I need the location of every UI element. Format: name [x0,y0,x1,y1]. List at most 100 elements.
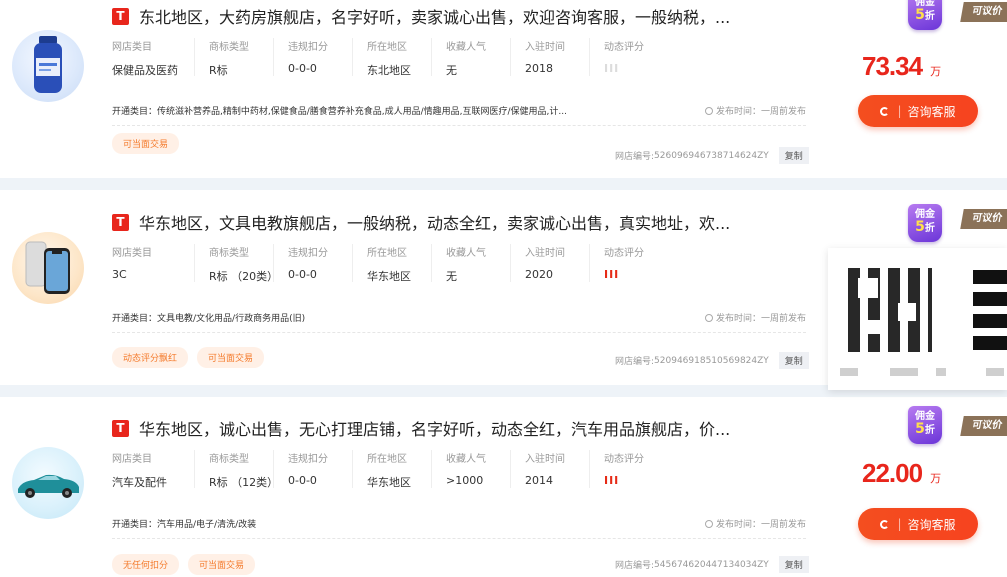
attr-value-category: 汽车及配件 [112,476,167,489]
cats-prefix: 开通类目： [112,520,158,530]
attr-value-favorites: 无 [446,270,457,283]
listing-title[interactable]: T 东北地区，大药房旗舰店，名字好听，卖家诚心出售，欢迎咨询客服，一般纳税，..… [112,4,730,28]
attr-label: 收藏人气 [446,248,486,259]
attr-label: 入驻时间 [525,454,565,465]
attr-value-favorites: >1000 [446,474,484,487]
shop-id: 网店编号: 520946918510569824ZY 复制 [615,352,809,369]
price: 22.00 万 [862,458,941,489]
listing-tags: 无任何扣分 可当面交易 [112,554,256,575]
shop-id-value: 526096946738714624ZY [654,150,769,161]
shop-id-value: 520946918510569824ZY [654,355,769,366]
listing-title[interactable]: T 华东地区，诚心出售，无心打理店铺，名字好听，动态全红，汽车用品旗舰店，价..… [112,416,730,440]
listing-attributes: 网店类目 3C 商标类型 R标 （20类） 违规扣分 0-0-0 所在地区 华东地区 收… [112,244,659,283]
phone-product-icon[interactable] [12,232,84,304]
shop-listing-list: T 东北地区，大药房旗舰店，名字好听，卖家诚心出售，欢迎咨询客服，一般纳税，..… [0,0,1007,577]
attr-label: 动态评分 [604,454,644,465]
attr-label: 商标类型 [209,248,249,259]
headset-icon [880,106,890,116]
consult-button[interactable]: | 咨询客服 [858,95,978,127]
copy-button[interactable]: 复制 [778,556,809,573]
clock-icon [704,314,713,322]
attr-label: 网店类目 [112,454,152,465]
clock-icon [704,107,713,115]
opened-categories: 开通类目：汽车用品/电子/清洗/改装 发布时间：一周前发布 [112,517,806,539]
price: 73.34 万 [862,51,941,82]
attr-label: 违规扣分 [288,454,328,465]
attr-label: 收藏人气 [446,454,486,465]
publish-time: 发布时间：一周前发布 [715,520,806,530]
cats-text: 传统滋补营养品,精制中药材,保健食品/膳食营养补充食品,成人用品/情趣用品,互联… [157,107,568,117]
commission-badge-icon: 佣金 5折 [908,0,942,30]
attr-value-category: 3C [112,268,127,281]
attr-value-joined: 2014 [525,474,553,487]
tag-badge: 可当面交易 [188,554,256,575]
rating-bars: III [604,62,620,75]
tmall-icon: T [112,419,129,437]
negotiable-badge: 可议价 [960,416,1007,436]
attr-label: 所在地区 [367,454,407,465]
attr-label: 商标类型 [209,42,249,53]
supplement-bottle-icon[interactable] [12,30,84,102]
attr-value-region: 华东地区 [367,270,411,283]
attr-label: 动态评分 [604,248,644,259]
rating-bars: III [604,268,620,281]
tag-badge: 可当面交易 [112,133,180,154]
attr-value-joined: 2020 [525,268,553,281]
tmall-icon: T [112,213,129,231]
commission-badge-icon: 佣金 5折 [908,204,942,242]
rating-bars: III [604,474,620,487]
attr-label: 网店类目 [112,248,152,259]
listing-attributes: 网店类目 汽车及配件 商标类型 R标 （12类） 违规扣分 0-0-0 所在地区 华东地… [112,450,659,489]
attr-label: 违规扣分 [288,248,328,259]
tag-badge: 无任何扣分 [112,554,180,575]
listing-tags: 动态评分飘红 可当面交易 [112,347,265,368]
clock-icon [704,520,713,528]
attr-value-penalty: 0-0-0 [288,268,317,281]
attr-label: 所在地区 [367,42,407,53]
attr-value-penalty: 0-0-0 [288,474,317,487]
headset-icon [880,519,890,529]
shop-id: 网店编号: 545674620447134034ZY 复制 [615,556,809,573]
attr-value-trademark: R标 （20类） [209,270,279,283]
negotiable-badge: 可议价 [960,209,1007,229]
price-unit: 万 [930,473,942,485]
attr-label: 入驻时间 [525,42,565,53]
attr-value-joined: 2018 [525,62,553,75]
publish-time: 发布时间：一周前发布 [715,314,806,324]
cats-prefix: 开通类目： [112,107,158,117]
tmall-icon: T [112,7,129,25]
copy-button[interactable]: 复制 [778,147,809,164]
listing-card[interactable]: T 东北地区，大药房旗舰店，名字好听，卖家诚心出售，欢迎咨询客服，一般纳税，..… [0,0,1007,178]
attr-value-trademark: R标 [209,64,228,77]
attr-value-region: 华东地区 [367,476,411,489]
car-product-icon[interactable] [12,447,84,519]
attr-value-region: 东北地区 [367,64,411,77]
attr-label: 入驻时间 [525,248,565,259]
cats-text: 文具电教/文化用品/行政商务用品(旧) [157,314,306,324]
attr-value-category: 保健品及医药 [112,64,178,77]
consult-button[interactable]: | 咨询客服 [858,508,978,540]
copy-button[interactable]: 复制 [778,352,809,369]
listing-card[interactable]: T 华东地区，诚心出售，无心打理店铺，名字好听，动态全红，汽车用品旗舰店，价..… [0,397,1007,577]
listing-attributes: 网店类目 保健品及医药 商标类型 R标 违规扣分 0-0-0 所在地区 东北地区 收藏人… [112,38,659,77]
attr-label: 违规扣分 [288,42,328,53]
cats-prefix: 开通类目： [112,314,158,324]
listing-title-text: 华东地区，文具电教旗舰店，一般纳税，动态全红，卖家诚心出售，真实地址，欢... [139,214,731,233]
opened-categories: 开通类目：文具电教/文化用品/行政商务用品(旧) 发布时间：一周前发布 [112,311,806,333]
tag-badge: 可当面交易 [197,347,265,368]
attr-value-penalty: 0-0-0 [288,62,317,75]
commission-badge-icon: 佣金 5折 [908,406,942,444]
attr-value-trademark: R标 （12类） [209,476,279,489]
attr-label: 动态评分 [604,42,644,53]
tag-badge: 动态评分飘红 [112,347,189,368]
attr-label: 网店类目 [112,42,152,53]
negotiable-badge: 可议价 [960,2,1007,22]
opened-categories: 开通类目：传统滋补营养品,精制中药材,保健食品/膳食营养补充食品,成人用品/情趣… [112,104,806,126]
shop-id-prefix: 网店编号: [615,357,655,367]
listing-title[interactable]: T 华东地区，文具电教旗舰店，一般纳税，动态全红，卖家诚心出售，真实地址，欢..… [112,210,730,234]
listing-title-text: 东北地区，大药房旗舰店，名字好听，卖家诚心出售，欢迎咨询客服，一般纳税，... [139,8,731,27]
listing-title-text: 华东地区，诚心出售，无心打理店铺，名字好听，动态全红，汽车用品旗舰店，价... [139,420,731,439]
price-unit: 万 [930,66,942,78]
attr-value-favorites: 无 [446,64,457,77]
shop-id: 网店编号: 526096946738714624ZY 复制 [615,147,809,164]
